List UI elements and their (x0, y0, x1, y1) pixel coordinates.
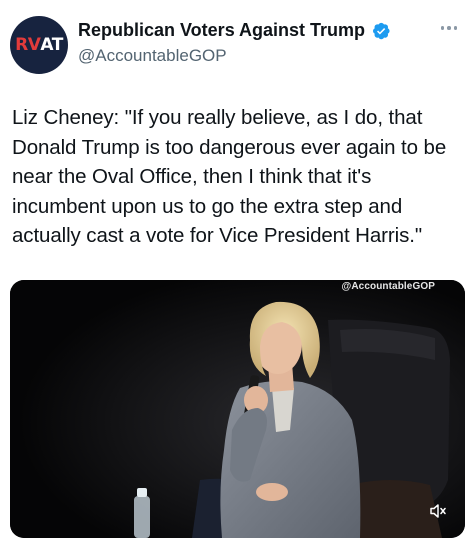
more-dot (440, 26, 445, 30)
author-name-row: Republican Voters Against Trump (78, 20, 391, 41)
author-avatar[interactable]: RV AT (10, 16, 68, 74)
verified-badge-icon (373, 22, 390, 39)
avatar-logo-at: AT (40, 35, 63, 55)
water-bottle-cap (137, 488, 147, 497)
water-bottle (134, 496, 150, 538)
more-options-icon[interactable] (436, 20, 462, 36)
tweet-header: RV AT Republican Voters Against Trump @Ac… (10, 16, 464, 76)
avatar-logo-rv: RV (15, 35, 41, 55)
lap-hand (256, 483, 288, 501)
author-display-name[interactable]: Republican Voters Against Trump (78, 20, 365, 41)
mute-button[interactable] (425, 498, 451, 524)
avatar-logo: RV AT (15, 35, 63, 55)
video-player[interactable]: @AccountableGOP (10, 280, 465, 538)
video-watermark: @AccountableGOP (341, 281, 435, 292)
video-frame (10, 280, 465, 538)
more-dot (447, 26, 451, 30)
speaker-muted-icon (430, 504, 446, 518)
author-handle[interactable]: @AccountableGOP (78, 46, 227, 66)
more-dot (453, 26, 458, 30)
tweet-text: Liz Cheney: "If you really believe, as I… (12, 106, 452, 247)
